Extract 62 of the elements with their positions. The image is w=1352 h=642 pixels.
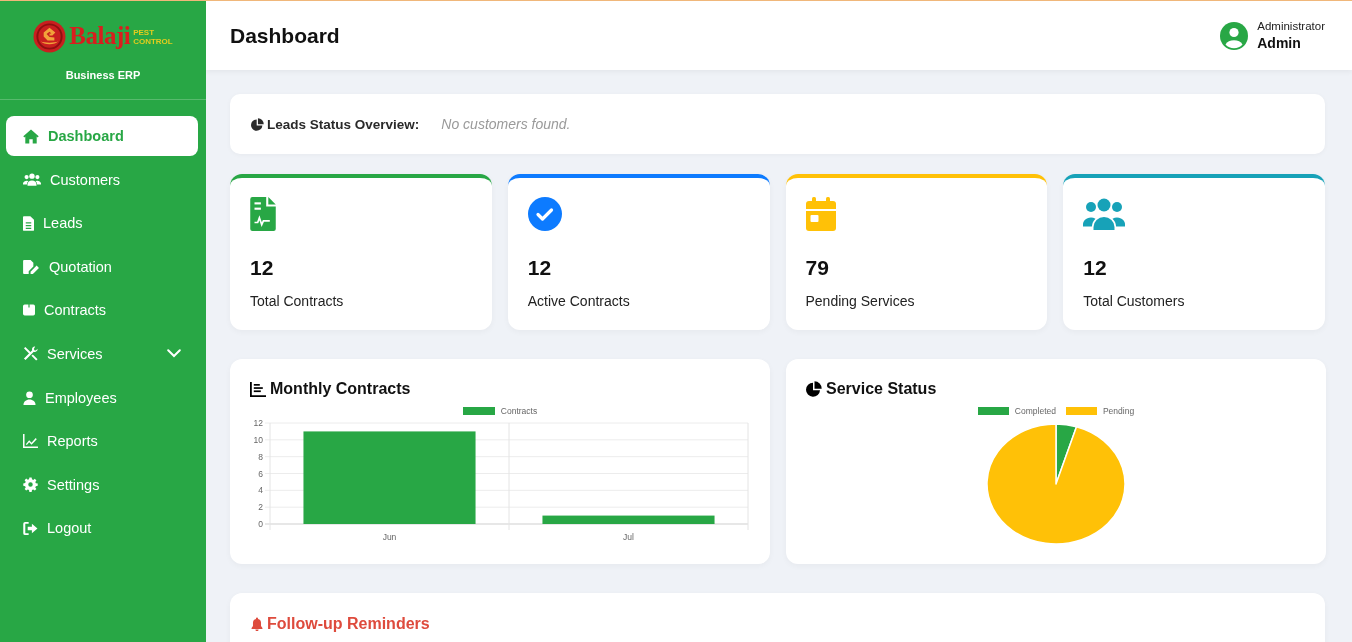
- chart-title: Service Status: [826, 379, 937, 399]
- tools-icon: [23, 346, 38, 362]
- sidebar-item[interactable]: Services: [6, 333, 198, 374]
- page-title: Dashboard: [230, 22, 340, 49]
- legend-label: Pending: [1102, 406, 1135, 416]
- users-icon: [1083, 198, 1126, 230]
- logout-icon: [23, 521, 38, 535]
- sidebar-item[interactable]: Dashboard: [6, 116, 198, 156]
- logo-tagline: PEST CONTROL: [133, 29, 173, 46]
- sidebar-item[interactable]: Settings: [6, 464, 198, 505]
- stat-value: 79: [805, 255, 830, 281]
- pie-chart-icon: [806, 381, 822, 397]
- pie-chart-icon: [251, 117, 264, 131]
- check-circle-icon: [527, 197, 562, 231]
- sidebar-item[interactable]: Quotation: [6, 246, 198, 287]
- user-avatar-icon: [1220, 21, 1249, 50]
- user-icon: [23, 390, 36, 405]
- stat-value: 12: [250, 255, 275, 281]
- axis-label: 0: [258, 519, 263, 529]
- axis-label: Jul: [623, 532, 634, 542]
- stat-value: 12: [1083, 255, 1108, 281]
- box-icon: [23, 304, 35, 317]
- settings-icon: [23, 477, 38, 493]
- logo-text: Balaji: [69, 22, 131, 50]
- chevron-down-icon: [167, 349, 181, 359]
- app-subtitle: Business ERP: [65, 68, 141, 82]
- section-title: Follow-up Reminders: [267, 614, 430, 634]
- sidebar-item[interactable]: Employees: [6, 377, 198, 418]
- bar-chart-icon: [250, 381, 266, 397]
- line-chart-icon: [23, 434, 38, 449]
- user-role: Administrator: [1257, 19, 1325, 34]
- stat-label: Pending Services: [805, 292, 916, 310]
- section-label: Leads Status Overview:: [267, 116, 420, 132]
- sidebar-item[interactable]: Customers: [6, 159, 198, 200]
- axis-label: 4: [258, 485, 263, 496]
- document-pen-icon: [23, 259, 40, 274]
- stat-label: Active Contracts: [527, 292, 631, 310]
- stat-label: Total Contracts: [250, 292, 345, 310]
- axis-label: 10: [253, 434, 263, 445]
- sidebar-item[interactable]: Leads: [6, 203, 198, 244]
- home-icon: [23, 128, 39, 144]
- bell-icon: [250, 617, 264, 631]
- axis-label: 6: [258, 468, 263, 479]
- stat-value: 12: [527, 255, 553, 281]
- users-icon: [23, 173, 41, 187]
- logo-emblem-icon: [33, 19, 67, 53]
- sidebar-item[interactable]: Reports: [6, 421, 198, 462]
- axis-label: 8: [258, 451, 263, 462]
- legend-label: Completed: [1014, 406, 1056, 416]
- user-name: Admin: [1257, 34, 1302, 52]
- axis-label: Jun: [382, 532, 397, 542]
- calendar-icon: [805, 197, 836, 231]
- axis-label: 12: [253, 418, 263, 428]
- sidebar-item[interactable]: Logout: [6, 508, 198, 549]
- empty-message: No customers found.: [441, 116, 571, 132]
- stat-label: Total Customers: [1083, 292, 1186, 310]
- document-icon: [23, 215, 34, 231]
- document-icon: [250, 197, 276, 231]
- chart-title: Monthly Contracts: [270, 379, 411, 399]
- legend-label: Contracts: [500, 406, 538, 416]
- sidebar-item[interactable]: Contracts: [6, 290, 198, 331]
- axis-label: 2: [258, 502, 263, 513]
